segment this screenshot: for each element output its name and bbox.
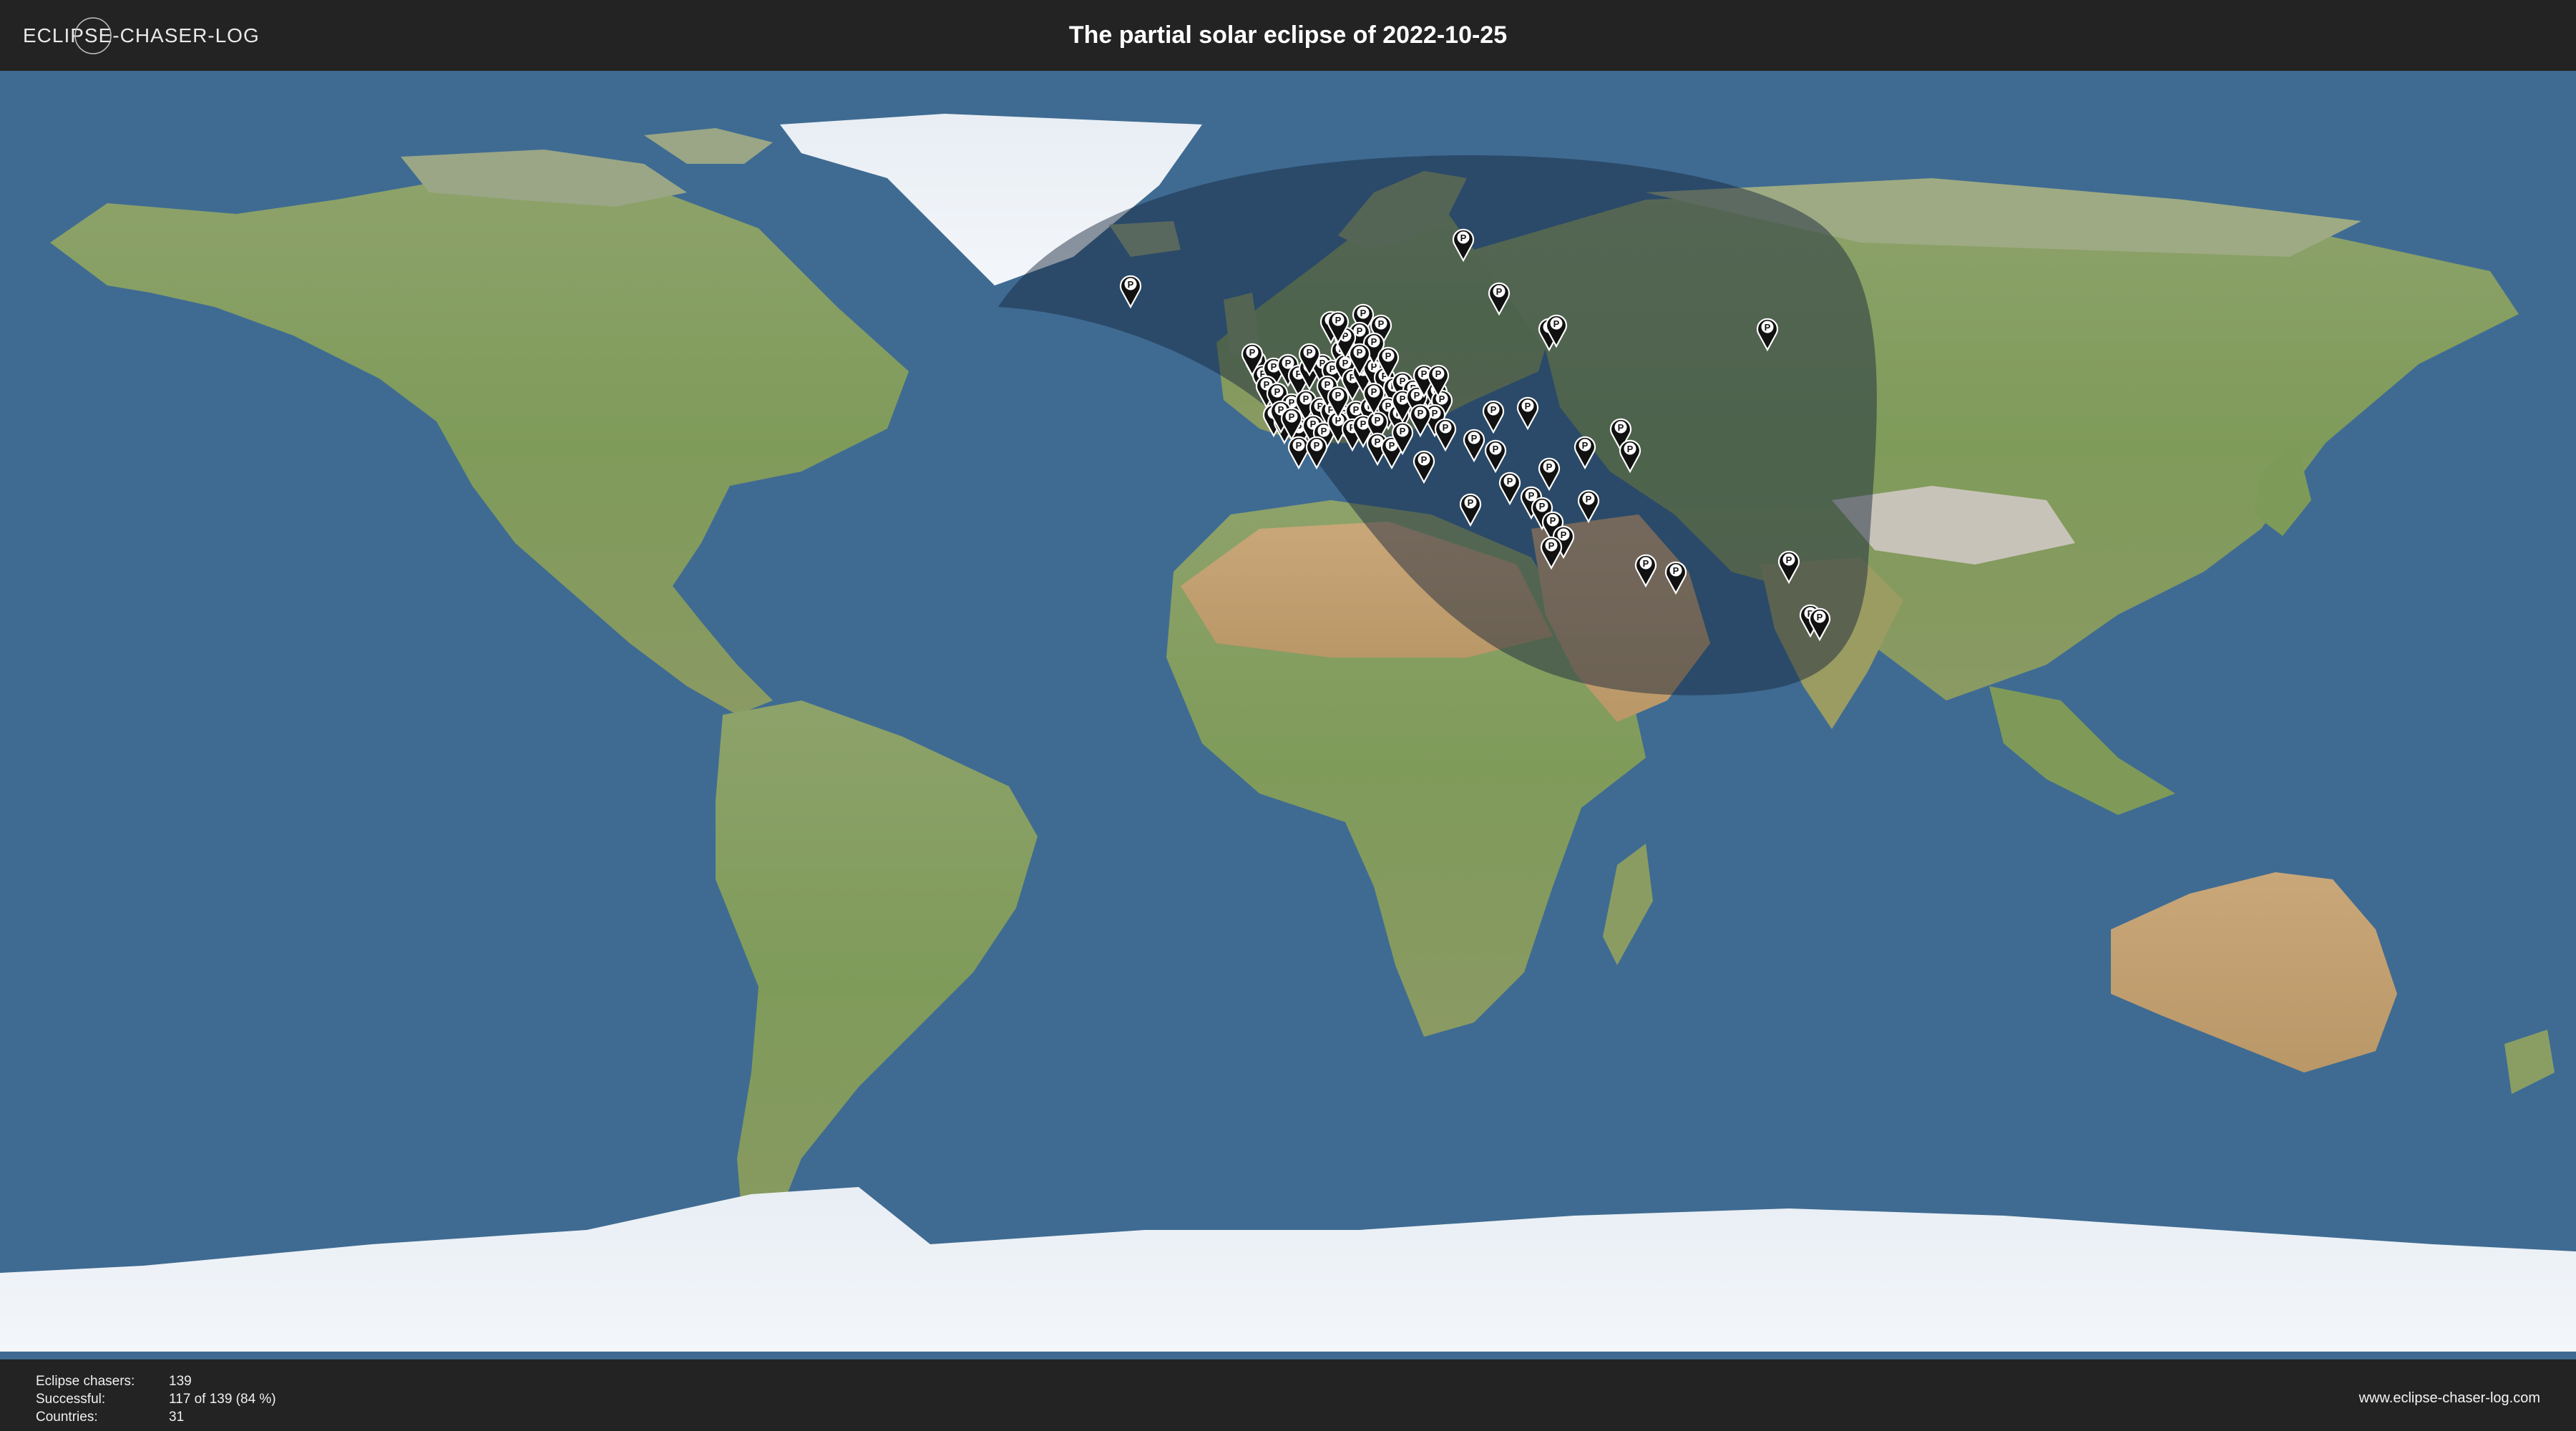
stat-label-successful: Successful:	[36, 1392, 106, 1407]
stat-row-countries: Countries: 31	[36, 1408, 276, 1426]
stat-value-successful: 117 of 139 (84 %)	[169, 1392, 276, 1407]
stats-panel: Eclipse chasers: 139 Successful: 117 of …	[36, 1372, 276, 1426]
pin-glyph: P	[1548, 540, 1555, 551]
pin-glyph: P	[1400, 426, 1406, 436]
pin-glyph: P	[1375, 436, 1381, 447]
pin-glyph: P	[1385, 351, 1392, 361]
pin-glyph: P	[1418, 408, 1424, 419]
australia	[2111, 872, 2397, 1073]
pin-glyph: P	[1357, 347, 1363, 358]
page-title: The partial solar eclipse of 2022-10-25	[1068, 21, 1508, 49]
pin-glyph: P	[1471, 433, 1478, 444]
pin-glyph: P	[1586, 494, 1592, 504]
pin-glyph: P	[1289, 411, 1295, 422]
stat-row-successful: Successful: 117 of 139 (84 %)	[36, 1390, 276, 1408]
pin-glyph: P	[1627, 444, 1634, 454]
pin-glyph: P	[1414, 390, 1420, 401]
pin-glyph: P	[1296, 440, 1302, 451]
pin-glyph: P	[1817, 612, 1823, 622]
pin-glyph: P	[1507, 476, 1513, 487]
pin-glyph: P	[1765, 322, 1771, 333]
pin-glyph: P	[1421, 368, 1428, 379]
pin-glyph: P	[1561, 529, 1567, 540]
pin-glyph: P	[1443, 422, 1449, 433]
pin-glyph: P	[1432, 408, 1438, 419]
pin-glyph: P	[1307, 347, 1313, 358]
pin-glyph: P	[1643, 558, 1649, 569]
madagascar	[1603, 844, 1653, 965]
pin-glyph: P	[1673, 565, 1679, 576]
pin-glyph: P	[1582, 440, 1589, 451]
pin-glyph: P	[1371, 336, 1377, 347]
world-map[interactable]: PPPPPPPPPPPPPPPPPPPPPPPPPPPPPPPPPPPPPPPP…	[0, 71, 2576, 1359]
pin-glyph: P	[1400, 394, 1406, 404]
pin-glyph: P	[1539, 501, 1546, 512]
pin-glyph: P	[1249, 347, 1256, 358]
pin-glyph: P	[1546, 461, 1553, 472]
pin-glyph: P	[1528, 490, 1535, 501]
eclipse-map-page: ECLIPSE-CHASER-LOG The partial solar ecl…	[0, 0, 2576, 1431]
pin-glyph: P	[1435, 368, 1442, 379]
north-america	[50, 178, 909, 715]
antarctica	[0, 1187, 2576, 1352]
eclipse-chaser-marker[interactable]: P	[1287, 436, 1310, 470]
southeast-asia	[1989, 686, 2175, 815]
stat-label-chasers: Eclipse chasers:	[36, 1374, 135, 1389]
pin-glyph: P	[1786, 555, 1792, 565]
pin-glyph: P	[1324, 379, 1331, 390]
pin-glyph: P	[1493, 444, 1499, 454]
header-bar: ECLIPSE-CHASER-LOG The partial solar ecl…	[0, 0, 2576, 71]
pin-glyph: P	[1128, 279, 1134, 290]
pin-glyph: P	[1357, 326, 1363, 336]
south-america	[716, 700, 1038, 1273]
pin-glyph: P	[1335, 390, 1342, 401]
footer-bar: Eclipse chasers: 139 Successful: 117 of …	[0, 1359, 2576, 1431]
stat-row-chasers: Eclipse chasers: 139	[36, 1372, 276, 1390]
pin-glyph: P	[1525, 401, 1531, 411]
pin-glyph: P	[1491, 404, 1497, 415]
pin-glyph: P	[1389, 440, 1395, 451]
pin-glyph: P	[1618, 422, 1624, 433]
stat-value-chasers: 139	[169, 1374, 192, 1389]
website-link[interactable]: www.eclipse-chaser-log.com	[2359, 1390, 2540, 1407]
new-zealand	[2504, 1030, 2555, 1094]
world-map-svg: PPPPPP PPPPPPP PP PPPPP PP P P PPPPP P PP P P PPPPPP…	[0, 114, 2576, 1352]
pin-glyph: P	[1378, 318, 1385, 329]
pin-glyph: P	[1375, 415, 1381, 426]
pin-glyph: P	[1553, 318, 1560, 329]
stat-value-countries: 31	[169, 1410, 185, 1425]
pin-glyph: P	[1460, 233, 1467, 243]
stat-label-countries: Countries:	[36, 1410, 98, 1425]
pin-glyph: P	[1421, 454, 1428, 465]
pin-glyph: P	[1285, 358, 1292, 368]
pin-glyph: P	[1303, 394, 1309, 404]
pin-glyph: P	[1468, 497, 1474, 508]
pin-glyph: P	[1271, 361, 1277, 372]
pin-glyph: P	[1353, 404, 1360, 415]
pin-glyph: P	[1360, 308, 1367, 318]
pin-glyph: P	[1335, 315, 1342, 326]
pin-glyph: P	[1371, 386, 1377, 397]
pin-glyph: P	[1314, 440, 1320, 451]
pin-glyph: P	[1274, 386, 1281, 397]
pin-glyph: P	[1360, 419, 1367, 429]
pin-glyph: P	[1550, 515, 1556, 526]
pin-glyph: P	[1496, 286, 1503, 297]
pin-glyph: P	[1321, 426, 1327, 436]
